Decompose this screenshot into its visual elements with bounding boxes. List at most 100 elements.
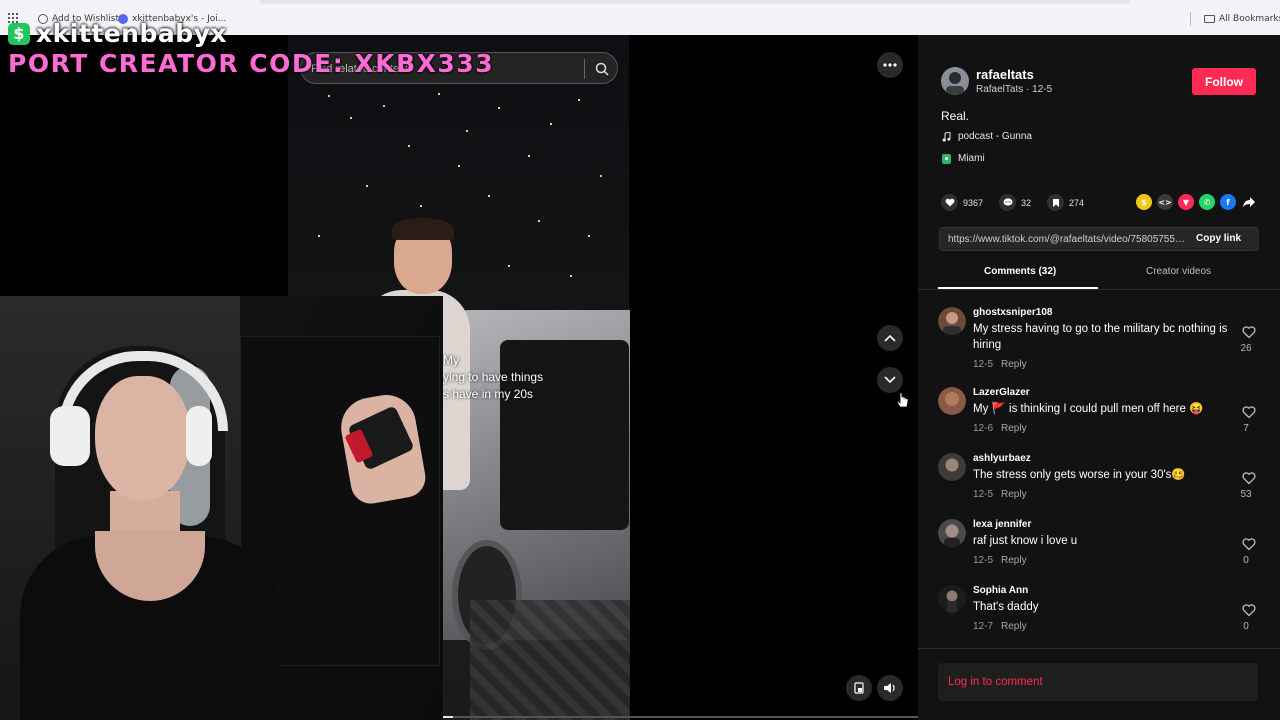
heart-icon — [941, 194, 958, 211]
location-pin-icon — [942, 153, 951, 164]
facebook-icon[interactable]: f — [1220, 194, 1236, 210]
copy-link-button[interactable]: Copy link — [1196, 233, 1241, 244]
share-coin-icon[interactable]: $ — [1136, 194, 1152, 210]
caption-line: s have in my 20s — [443, 387, 534, 401]
more-dots-icon — [883, 63, 897, 67]
comment-meta: 12-5 Reply — [973, 359, 1027, 370]
like-count: 9367 — [963, 197, 984, 208]
post-link-field: https://www.tiktok.com/@rafaeltats/video… — [939, 227, 1259, 251]
share-arrow-icon[interactable] — [1241, 194, 1257, 210]
comment-text: My 🚩 is thinking I could pull men off he… — [973, 403, 1204, 415]
post-link-url[interactable]: https://www.tiktok.com/@rafaeltats/video… — [948, 234, 1188, 245]
comment-like-icon[interactable] — [1242, 325, 1256, 339]
comment-date: 12-5 — [973, 555, 994, 566]
video-progress-fill — [443, 716, 453, 718]
next-video-button[interactable] — [877, 367, 903, 393]
chevron-down-icon — [884, 376, 896, 384]
picture-in-picture-button[interactable] — [846, 675, 872, 701]
search-icon — [595, 62, 609, 76]
embed-code-icon[interactable]: <> — [1157, 194, 1173, 210]
author-username[interactable]: rafaeltats — [976, 67, 1034, 82]
post-description: Real. — [941, 109, 970, 123]
comment-username[interactable]: ghostxsniper108 — [973, 307, 1052, 318]
comment-like-count: 7 — [1243, 423, 1249, 434]
active-tab-indicator — [938, 287, 1098, 289]
all-bookmarks-button[interactable]: All Bookmarks — [1204, 12, 1280, 26]
commenter-avatar[interactable] — [938, 585, 966, 613]
comment-like-count: 0 — [1243, 621, 1249, 632]
volume-icon — [884, 683, 895, 693]
comment-like-count: 0 — [1243, 555, 1249, 566]
comment-meta: 12-5 Reply — [973, 489, 1027, 500]
volume-button[interactable] — [877, 675, 903, 701]
search-button[interactable] — [591, 58, 613, 80]
login-to-comment-button[interactable]: Log in to comment — [938, 663, 1258, 701]
reply-button[interactable]: Reply — [1001, 359, 1027, 370]
pavement-image — [470, 600, 630, 720]
comment-like-icon[interactable] — [1242, 537, 1256, 551]
comment-like-icon[interactable] — [1242, 603, 1256, 617]
like-button[interactable]: 9367 — [941, 194, 983, 211]
picture-in-picture-icon — [854, 682, 864, 694]
author-subtitle: RafaelTats · 12-5 — [976, 84, 1053, 95]
music-link[interactable]: podcast - Gunna — [942, 131, 1032, 142]
music-note-icon — [942, 131, 951, 142]
author-avatar[interactable] — [941, 67, 969, 95]
login-prompt-text: Log in to comment — [948, 676, 1043, 688]
cashapp-icon: $ — [8, 22, 30, 45]
caption-line: ying to have things — [443, 370, 544, 384]
chevron-up-icon — [884, 334, 896, 342]
location-label: Miami — [958, 153, 985, 164]
comments-footer-divider — [918, 648, 1280, 649]
reply-button[interactable]: Reply — [1001, 423, 1027, 434]
comment-like-icon[interactable] — [1242, 405, 1256, 419]
commenter-avatar[interactable] — [938, 307, 966, 335]
comment-date: 12-6 — [973, 423, 994, 434]
comment-username[interactable]: ashlyurbaez — [973, 453, 1031, 464]
streamer-name: xkittenbabyx — [36, 19, 228, 48]
browser-tab-strip — [260, 0, 1130, 4]
more-options-button[interactable] — [877, 52, 903, 78]
person-hair-image — [392, 218, 454, 240]
all-bookmarks-label: All Bookmarks — [1219, 14, 1280, 24]
comment-date: 12-5 — [973, 359, 994, 370]
comment-like-icon[interactable] — [1242, 471, 1256, 485]
folder-icon — [1204, 15, 1215, 23]
reply-button[interactable]: Reply — [1001, 555, 1027, 566]
comment-like-count: 53 — [1240, 489, 1252, 500]
save-button[interactable]: 274 — [1047, 194, 1084, 211]
comment-text: raf just know i love u — [973, 535, 1078, 547]
comment-username[interactable]: lexa jennifer — [973, 519, 1031, 530]
commenter-avatar[interactable] — [938, 519, 966, 547]
comment-meta: 12-5 Reply — [973, 555, 1027, 566]
commenter-avatar[interactable] — [938, 453, 966, 481]
creator-code-overlay: PORT CREATOR CODE: XKBX333 — [8, 49, 495, 78]
tab-creator-videos[interactable]: Creator videos — [1146, 266, 1211, 277]
music-title: podcast - Gunna — [958, 131, 1032, 142]
commenter-avatar[interactable] — [938, 387, 966, 415]
comment-date: 12-7 — [973, 621, 994, 632]
location-tag[interactable]: Miami — [942, 153, 985, 164]
comment-button[interactable]: 32 — [999, 194, 1031, 211]
comment-username[interactable]: Sophia Ann — [973, 585, 1028, 596]
send-to-friends-icon[interactable]: ▼ — [1178, 194, 1194, 210]
comment-username[interactable]: LazerGlazer — [973, 387, 1030, 398]
comment-icon — [999, 194, 1016, 211]
follow-button[interactable]: Follow — [1192, 68, 1256, 95]
comment-text: The stress only gets worse in your 30's🥴 — [973, 469, 1186, 481]
tab-comments[interactable]: Comments (32) — [984, 266, 1056, 277]
comment-text: My stress having to go to the military b… — [973, 323, 1228, 351]
video-caption: My ying to have things s have in my 20s — [443, 352, 543, 403]
screen: Add to Wishlist xkittenbabyx's - Joi... … — [0, 0, 1280, 720]
comment-meta: 12-7 Reply — [973, 621, 1027, 632]
previous-video-button[interactable] — [877, 325, 903, 351]
streamer-name-overlay: $ xkittenbabyx — [8, 19, 227, 48]
save-count: 274 — [1069, 197, 1085, 208]
mouse-cursor-icon — [896, 392, 909, 408]
bookmarks-divider — [1190, 12, 1191, 26]
reply-button[interactable]: Reply — [1001, 621, 1027, 632]
reply-button[interactable]: Reply — [1001, 489, 1027, 500]
search-divider — [584, 59, 585, 79]
whatsapp-icon[interactable]: ✆ — [1199, 194, 1215, 210]
video-progress-bar[interactable] — [443, 716, 918, 718]
